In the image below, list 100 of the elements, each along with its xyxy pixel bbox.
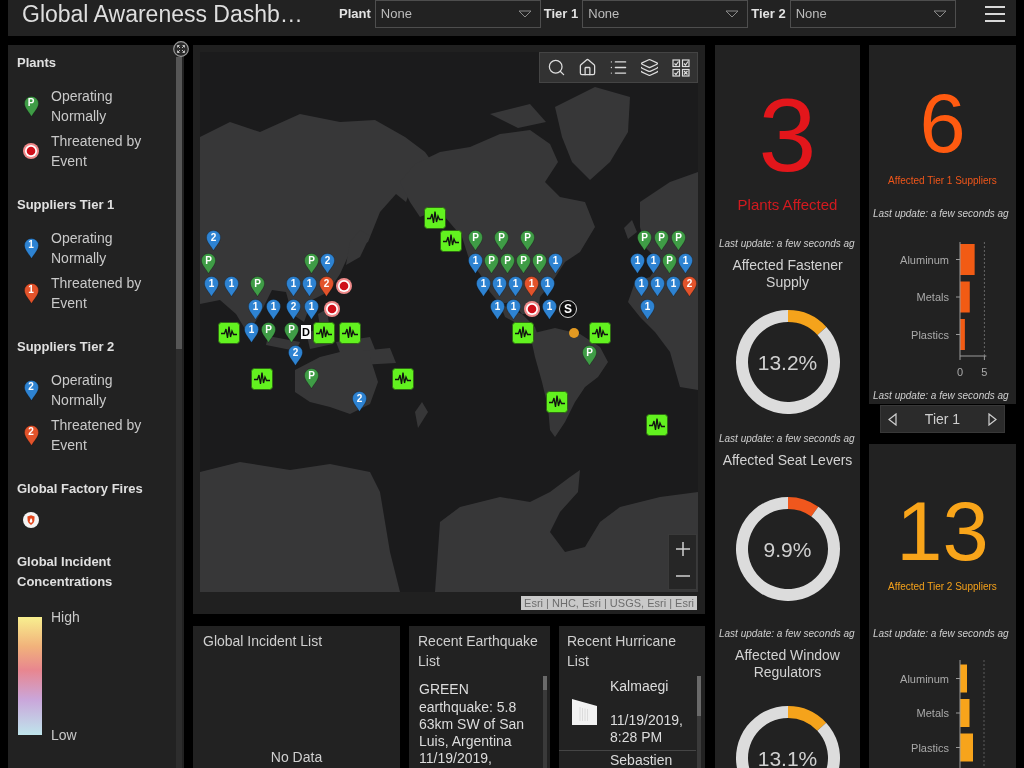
map-pin[interactable]: P bbox=[637, 230, 652, 251]
dot-icon[interactable] bbox=[569, 328, 579, 338]
target-icon[interactable] bbox=[324, 301, 340, 317]
map-pin[interactable]: 1 bbox=[634, 276, 649, 297]
map-pin[interactable]: P bbox=[662, 253, 677, 274]
seismograph-icon[interactable] bbox=[440, 230, 462, 252]
filter-select[interactable]: None bbox=[789, 0, 956, 28]
map-pin[interactable]: P bbox=[261, 322, 276, 343]
map-pin[interactable]: 1 bbox=[650, 276, 665, 297]
map-pin[interactable]: P bbox=[520, 230, 535, 251]
filter-select[interactable]: None bbox=[582, 0, 749, 28]
legend-label: Operating Normally bbox=[51, 229, 114, 268]
map-pin[interactable]: 1 bbox=[508, 276, 523, 297]
search-icon bbox=[547, 58, 566, 77]
seismograph-icon[interactable] bbox=[251, 368, 273, 390]
island bbox=[490, 104, 546, 128]
chart-bar bbox=[960, 664, 967, 693]
seismograph-icon[interactable] bbox=[392, 368, 414, 390]
map-pin[interactable]: 1 bbox=[248, 299, 263, 320]
map-pin[interactable]: 2 bbox=[352, 391, 367, 412]
scrollbar-thumb[interactable] bbox=[176, 57, 182, 349]
map-pin[interactable]: 1 bbox=[476, 276, 491, 297]
list-icon bbox=[609, 58, 628, 77]
hurricane-name[interactable]: Kalmaegi bbox=[610, 677, 669, 695]
map-pin[interactable]: 1 bbox=[666, 276, 681, 297]
filter-select[interactable]: None bbox=[374, 0, 541, 28]
map-pin[interactable]: P bbox=[516, 253, 531, 274]
map-pin[interactable]: 2 bbox=[319, 276, 334, 297]
map-pin[interactable]: 1 bbox=[524, 276, 539, 297]
map-attribution: Esri | NHC, Esri | USGS, Esri | Esri bbox=[521, 596, 697, 610]
map-pin[interactable]: 1 bbox=[302, 276, 317, 297]
scrollbar-track[interactable] bbox=[697, 676, 701, 768]
map-pin[interactable]: 1 bbox=[506, 299, 521, 320]
scrollbar-track[interactable] bbox=[176, 57, 182, 768]
map-pin[interactable]: 1 bbox=[468, 253, 483, 274]
map-pin[interactable]: 2 bbox=[288, 345, 303, 366]
list-title: Global Incident List bbox=[202, 632, 324, 651]
map-pin[interactable]: 2 bbox=[320, 253, 335, 274]
seismograph-icon[interactable] bbox=[646, 414, 668, 436]
caret-icon bbox=[517, 10, 532, 18]
map-pin[interactable]: 1 bbox=[244, 322, 259, 343]
map-pin[interactable]: 1 bbox=[540, 276, 555, 297]
map-pin[interactable]: 2 bbox=[206, 230, 221, 251]
map-pin[interactable]: P bbox=[582, 345, 597, 366]
expand-icon[interactable] bbox=[173, 41, 189, 57]
filter-label: Plant bbox=[339, 5, 371, 24]
map-pin[interactable]: P bbox=[304, 368, 319, 389]
map-pin[interactable]: P bbox=[494, 230, 509, 251]
seismograph-icon[interactable] bbox=[424, 207, 446, 229]
target-icon bbox=[23, 143, 39, 159]
map-pin[interactable]: 1 bbox=[266, 299, 281, 320]
map-pin[interactable]: P bbox=[250, 276, 265, 297]
map-pin[interactable]: 1 bbox=[224, 276, 239, 297]
map-pin[interactable]: P bbox=[484, 253, 499, 274]
map-pin[interactable]: P bbox=[201, 253, 216, 274]
legend-label: Threatened by Event bbox=[51, 416, 143, 455]
legend-heading: Global Incident Concentrations bbox=[17, 553, 114, 591]
map-pin[interactable]: 1 bbox=[204, 276, 219, 297]
map-pin[interactable]: 1 bbox=[304, 299, 319, 320]
gauge-title: Affected Window Regulators bbox=[734, 646, 841, 681]
map-pin[interactable]: 1 bbox=[542, 299, 557, 320]
empty-message: No Data bbox=[270, 748, 323, 766]
map-pin[interactable]: P bbox=[304, 253, 319, 274]
target-icon[interactable] bbox=[524, 301, 540, 317]
seismograph-icon[interactable] bbox=[589, 322, 611, 344]
chart-bar bbox=[960, 319, 965, 350]
map-pin[interactable]: 1 bbox=[286, 276, 301, 297]
legend-label: Threatened by Event bbox=[51, 132, 143, 171]
seismograph-icon[interactable] bbox=[546, 391, 568, 413]
scrollbar-thumb[interactable] bbox=[543, 676, 547, 690]
category-label: Metals bbox=[916, 291, 949, 303]
hurricane-name[interactable]: Sebastien bbox=[610, 752, 705, 768]
map-marker[interactable]: S bbox=[559, 300, 577, 318]
map-pin[interactable]: P bbox=[654, 230, 669, 251]
seismograph-icon[interactable] bbox=[313, 322, 335, 344]
map-pin[interactable]: P bbox=[532, 253, 547, 274]
map-pin[interactable]: P bbox=[284, 322, 299, 343]
menu-icon bbox=[985, 6, 1005, 22]
map-pin[interactable]: 1 bbox=[630, 253, 645, 274]
map-pin[interactable]: P bbox=[468, 230, 483, 251]
map-pin[interactable]: 2 bbox=[682, 276, 697, 297]
seismograph-icon[interactable] bbox=[218, 322, 240, 344]
map-pin[interactable]: 1 bbox=[490, 299, 505, 320]
legend-pin: P bbox=[23, 95, 39, 117]
scrollbar-thumb[interactable] bbox=[697, 676, 701, 716]
map-pin[interactable]: 2 bbox=[286, 299, 301, 320]
map-pin[interactable]: 1 bbox=[548, 253, 563, 274]
map-pin[interactable]: 1 bbox=[492, 276, 507, 297]
map-pin[interactable]: P bbox=[500, 253, 515, 274]
seismograph-icon[interactable] bbox=[512, 322, 534, 344]
triangle-right-icon bbox=[988, 412, 997, 426]
target-icon[interactable] bbox=[336, 278, 352, 294]
map-pin[interactable]: 1 bbox=[646, 253, 661, 274]
island bbox=[624, 220, 637, 239]
map-pin[interactable]: P bbox=[671, 230, 686, 251]
map-label[interactable]: D bbox=[301, 325, 311, 339]
update-note: Last update: a few seconds ag bbox=[719, 238, 855, 250]
map-pin[interactable]: 1 bbox=[678, 253, 693, 274]
map-pin[interactable]: 1 bbox=[640, 299, 655, 320]
seismograph-icon[interactable] bbox=[339, 322, 361, 344]
